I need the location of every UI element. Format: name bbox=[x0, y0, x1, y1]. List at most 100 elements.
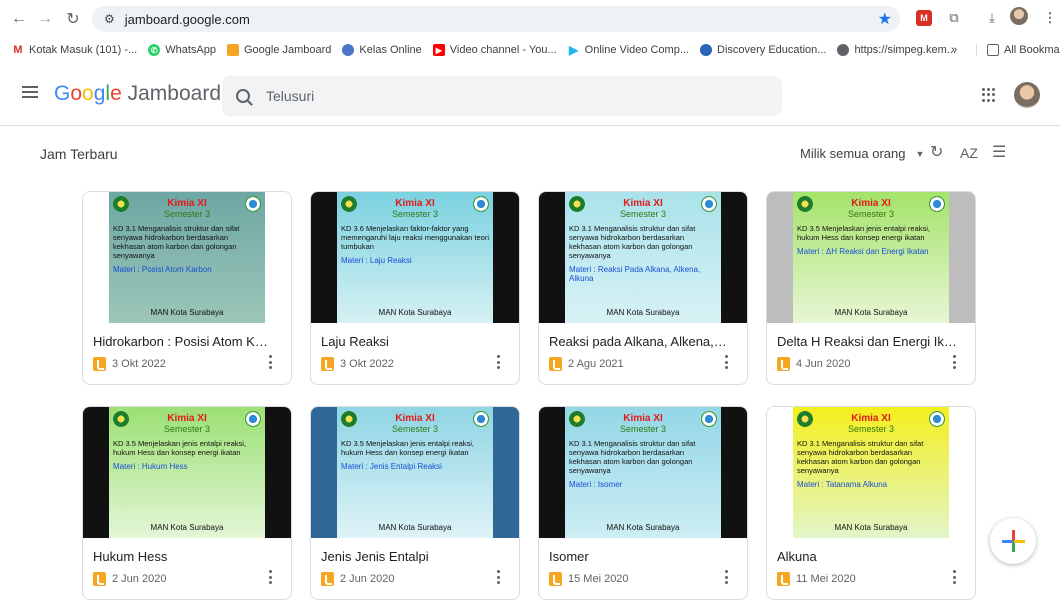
jamboard-file-icon bbox=[549, 357, 562, 371]
jam-title[interactable]: Reaksi pada Alkana, Alkena, Alku... bbox=[549, 334, 729, 349]
more-options-icon[interactable] bbox=[269, 355, 273, 369]
more-options-icon[interactable] bbox=[953, 570, 957, 584]
ministry-logo-icon bbox=[473, 196, 489, 212]
bookmark-item[interactable]: Kelas Online bbox=[342, 44, 422, 56]
reload-icon[interactable]: ↻ bbox=[62, 8, 84, 30]
ministry-logo-icon bbox=[473, 411, 489, 427]
slide-school: MAN Kota Surabaya bbox=[606, 523, 680, 532]
jam-card[interactable]: Kimia XI Semester 3 KD 3.5 Menjelaskan jen… bbox=[766, 191, 976, 385]
search-input[interactable]: Telusuri bbox=[222, 76, 782, 116]
slide-semester: Semester 3 bbox=[847, 424, 895, 434]
slide-school: MAN Kota Surabaya bbox=[150, 308, 224, 317]
site-settings-icon[interactable]: ⚙ bbox=[104, 12, 115, 26]
jam-title[interactable]: Hukum Hess bbox=[93, 549, 273, 564]
slide-heading: Kimia XI bbox=[395, 198, 435, 209]
slide-kd: KD 3.1 Menganalisis struktur dan sifat s… bbox=[569, 224, 696, 260]
browser-menu-icon[interactable]: ⋮ bbox=[1040, 8, 1060, 28]
jam-card[interactable]: Kimia XI Semester 3 KD 3.1 Menganalisis st… bbox=[538, 406, 748, 600]
slide-school: MAN Kota Surabaya bbox=[606, 308, 680, 317]
slide-school: MAN Kota Surabaya bbox=[834, 523, 908, 532]
product-name: Jamboard bbox=[127, 82, 221, 105]
jam-meta: 15 Mei 2020 bbox=[549, 572, 629, 586]
slide-kd: KD 3.1 Menganalisis struktur dan sifat s… bbox=[113, 224, 240, 260]
jam-title[interactable]: Isomer bbox=[549, 549, 729, 564]
bookmark-item[interactable]: M Kotak Masuk (101) -... bbox=[12, 44, 137, 56]
list-view-icon[interactable]: ☰ bbox=[992, 142, 1006, 162]
more-options-icon[interactable] bbox=[953, 355, 957, 369]
slide-semester: Semester 3 bbox=[391, 209, 439, 219]
jam-thumbnail[interactable]: Kimia XI Semester 3 KD 3.6 Menjelaskan fak… bbox=[311, 192, 519, 323]
slide-kd: KD 3.1 Menganalisis struktur dan sifat s… bbox=[569, 439, 696, 475]
all-bookmarks-button[interactable]: All Bookmarks bbox=[976, 44, 1060, 56]
more-options-icon[interactable] bbox=[725, 570, 729, 584]
slide-materi: Materi : Jenis Entalpi Reaksi bbox=[341, 462, 442, 471]
jam-thumbnail[interactable]: Kimia XI Semester 3 KD 3.5 Menjelaskan jen… bbox=[311, 407, 519, 538]
jam-thumbnail[interactable]: Kimia XI Semester 3 KD 3.5 Menjelaskan jen… bbox=[767, 192, 975, 323]
new-jam-button[interactable] bbox=[990, 518, 1036, 564]
discovery-icon bbox=[700, 44, 712, 56]
back-arrow-icon[interactable]: ← bbox=[8, 8, 30, 30]
address-bar[interactable]: ⚙ jamboard.google.com ★ bbox=[92, 6, 900, 32]
jam-card[interactable]: Kimia XI Semester 3 KD 3.5 Menjelaskan jen… bbox=[82, 406, 292, 600]
jam-meta: 3 Okt 2022 bbox=[93, 357, 166, 371]
bookmark-item[interactable]: Discovery Education... bbox=[700, 44, 826, 56]
jam-thumbnail[interactable]: Kimia XI Semester 3 KD 3.1 Menganalisis st… bbox=[767, 407, 975, 538]
more-options-icon[interactable] bbox=[269, 570, 273, 584]
extensions-puzzle-icon[interactable]: ⧉ bbox=[944, 8, 964, 28]
slide-materi: Materi : Tatanama Alkuna bbox=[797, 480, 888, 489]
app-logo[interactable]: Google Jamboard bbox=[54, 82, 221, 106]
play-icon: ▶ bbox=[567, 43, 580, 57]
slide-preview: Kimia XI Semester 3 KD 3.1 Menganalisis st… bbox=[109, 192, 265, 323]
bookmark-item[interactable]: ▶ Video channel - You... bbox=[432, 44, 557, 56]
school-logo-icon bbox=[569, 411, 585, 427]
google-apps-icon[interactable] bbox=[982, 88, 996, 102]
profile-avatar-icon[interactable] bbox=[1010, 7, 1028, 25]
refresh-icon[interactable]: ↻ bbox=[930, 142, 943, 162]
jam-thumbnail[interactable]: Kimia XI Semester 3 KD 3.1 Menganalisis st… bbox=[83, 192, 291, 323]
jam-title[interactable]: Hidrokarbon : Posisi Atom Karbon bbox=[93, 334, 273, 349]
bookmark-item[interactable]: https://simpeg.kem... bbox=[837, 44, 956, 56]
extension-icon[interactable]: M bbox=[916, 10, 932, 26]
jam-card[interactable]: Kimia XI Semester 3 KD 3.6 Menjelaskan fak… bbox=[310, 191, 520, 385]
forward-arrow-icon[interactable]: → bbox=[34, 8, 56, 30]
jam-thumbnail[interactable]: Kimia XI Semester 3 KD 3.5 Menjelaskan jen… bbox=[83, 407, 291, 538]
bookmark-star-icon[interactable]: ★ bbox=[878, 9, 892, 29]
more-options-icon[interactable] bbox=[497, 570, 501, 584]
jam-title[interactable]: Jenis Jenis Entalpi bbox=[321, 549, 501, 564]
main-menu-icon[interactable] bbox=[22, 86, 38, 98]
folder-icon bbox=[987, 44, 999, 56]
jam-card[interactable]: Kimia XI Semester 3 KD 3.1 Menganalisis st… bbox=[766, 406, 976, 600]
jam-thumbnail[interactable]: Kimia XI Semester 3 KD 3.1 Menganalisis st… bbox=[539, 192, 747, 323]
owner-filter-dropdown[interactable]: Milik semua orang ▼ bbox=[800, 146, 924, 161]
jam-title[interactable]: Laju Reaksi bbox=[321, 334, 501, 349]
youtube-icon: ▶ bbox=[432, 44, 445, 56]
jamboard-file-icon bbox=[321, 572, 334, 586]
jam-card[interactable]: Kimia XI Semester 3 KD 3.5 Menjelaskan jen… bbox=[310, 406, 520, 600]
slide-heading: Kimia XI bbox=[623, 413, 663, 424]
slide-heading: Kimia XI bbox=[167, 413, 207, 424]
school-logo-icon bbox=[113, 196, 129, 212]
slide-preview: Kimia XI Semester 3 KD 3.1 Menganalisis st… bbox=[565, 192, 721, 323]
jam-title[interactable]: Alkuna bbox=[777, 549, 957, 564]
jam-meta: 2 Jun 2020 bbox=[321, 572, 394, 586]
bookmark-item[interactable]: Google Jamboard bbox=[226, 44, 331, 56]
slide-heading: Kimia XI bbox=[851, 413, 891, 424]
jam-date: 3 Okt 2022 bbox=[340, 358, 394, 370]
slide-semester: Semester 3 bbox=[391, 424, 439, 434]
jam-title[interactable]: Delta H Reaksi dan Energi Ikatan bbox=[777, 334, 957, 349]
more-options-icon[interactable] bbox=[497, 355, 501, 369]
jam-thumbnail[interactable]: Kimia XI Semester 3 KD 3.1 Menganalisis st… bbox=[539, 407, 747, 538]
jam-card[interactable]: Kimia XI Semester 3 KD 3.1 Menganalisis st… bbox=[538, 191, 748, 385]
bookmark-item[interactable]: ✆ WhatsApp bbox=[148, 44, 216, 56]
download-icon[interactable]: ⤓ bbox=[982, 8, 1002, 28]
jamboard-file-icon bbox=[549, 572, 562, 586]
bookmarks-overflow-button[interactable]: » bbox=[951, 44, 957, 56]
slide-heading: Kimia XI bbox=[395, 413, 435, 424]
sort-az-icon[interactable]: AZ bbox=[960, 145, 978, 161]
bookmark-item[interactable]: ▶ Online Video Comp... bbox=[567, 43, 689, 57]
slide-school: MAN Kota Surabaya bbox=[834, 308, 908, 317]
more-options-icon[interactable] bbox=[725, 355, 729, 369]
jamboard-file-icon bbox=[777, 572, 790, 586]
account-avatar[interactable] bbox=[1014, 82, 1040, 108]
jam-card[interactable]: Kimia XI Semester 3 KD 3.1 Menganalisis st… bbox=[82, 191, 292, 385]
